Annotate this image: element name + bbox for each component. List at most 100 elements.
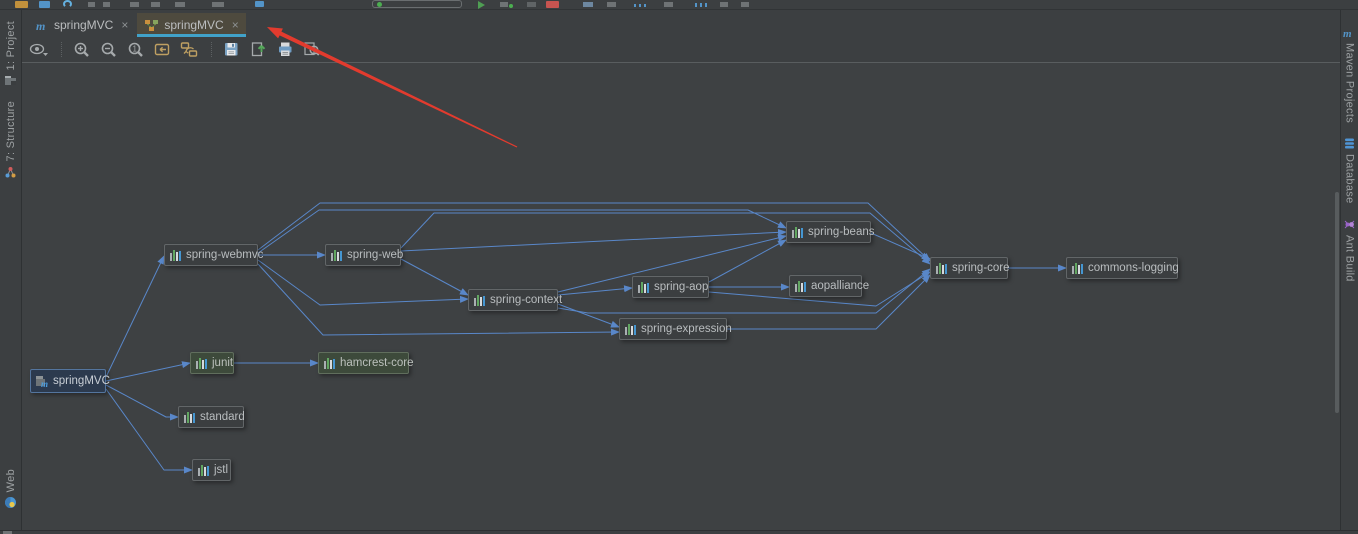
- library-icon: [323, 357, 336, 370]
- library-icon: [183, 411, 196, 424]
- library-icon: [1071, 262, 1084, 275]
- toolbar-icon-fragment[interactable]: [527, 2, 536, 7]
- editor-tab-0[interactable]: mspringMVC×: [28, 13, 135, 37]
- dependency-node-spring-core[interactable]: spring-core: [930, 257, 1008, 279]
- toolbar-icon-fragment[interactable]: [39, 1, 50, 8]
- project-icon: [4, 74, 17, 87]
- main-toolbar: [0, 0, 1358, 10]
- node-label: hamcrest-core: [340, 357, 414, 369]
- tool-stripe-button-maven-projects[interactable]: mMaven Projects: [1343, 20, 1356, 130]
- toolbar-icon-fragment[interactable]: [15, 1, 28, 8]
- node-label: commons-logging: [1088, 262, 1179, 274]
- dependency-node-spring-web[interactable]: spring-web: [325, 244, 401, 266]
- dependency-node-commons-logging[interactable]: commons-logging: [1066, 257, 1178, 279]
- tool-stripe-button-web[interactable]: Web: [4, 462, 17, 531]
- vertical-scrollbar-thumb[interactable]: [1335, 192, 1339, 413]
- export-to-image-icon[interactable]: [246, 39, 270, 60]
- tab-close-icon[interactable]: ×: [232, 18, 239, 32]
- dependency-node-spring-context[interactable]: spring-context: [468, 289, 558, 311]
- svg-text:m: m: [36, 19, 45, 32]
- dependency-node-standard[interactable]: standard: [178, 406, 244, 428]
- toolbar-icon-fragment[interactable]: [634, 4, 646, 7]
- tool-stripe-button-project[interactable]: 1: Project: [4, 14, 17, 94]
- tool-stripe-label: Web: [5, 469, 17, 492]
- diagram-canvas[interactable]: mspringMVC spring-webmvc spring-web spring-…: [22, 63, 1340, 531]
- library-icon: [169, 249, 182, 262]
- navigate-back-icon[interactable]: [88, 2, 95, 7]
- toolbar-icon-fragment[interactable]: [175, 2, 185, 7]
- dependency-node-spring-beans[interactable]: spring-beans: [786, 221, 871, 243]
- show-preview-icon[interactable]: [300, 39, 324, 60]
- save-diagram-icon[interactable]: [219, 39, 243, 60]
- actual-size-icon[interactable]: 1: [123, 39, 147, 60]
- dependencies-diagram-icon: [144, 19, 159, 32]
- maven-icon: m: [1343, 27, 1356, 39]
- editor-tab-1[interactable]: springMVC×: [137, 13, 245, 37]
- library-icon: [935, 262, 948, 275]
- dependency-node-spring-expression[interactable]: spring-expression: [619, 318, 727, 340]
- run-icon[interactable]: [478, 1, 485, 9]
- tomcat-config-icon: [377, 2, 382, 7]
- node-label: spring-core: [952, 262, 1010, 274]
- structure-icon: [4, 166, 17, 179]
- node-label: spring-expression: [641, 323, 732, 335]
- node-label: aopalliance: [811, 280, 869, 292]
- dependency-node-spring-aop[interactable]: spring-aop: [632, 276, 709, 298]
- node-label: spring-web: [347, 249, 403, 261]
- fit-content-icon[interactable]: [150, 39, 174, 60]
- node-label: spring-context: [490, 294, 562, 306]
- toolbar-separator: [206, 42, 212, 57]
- toolbar-icon-fragment[interactable]: [720, 2, 728, 7]
- library-icon: [624, 323, 637, 336]
- stop-icon[interactable]: [546, 1, 559, 8]
- tool-stripe-button-ant-build[interactable]: Ant Build: [1343, 211, 1356, 289]
- tool-stripe-button-database[interactable]: Database: [1343, 130, 1356, 211]
- dependency-node-jstl[interactable]: jstl: [192, 459, 231, 481]
- tab-close-icon[interactable]: ×: [121, 18, 128, 32]
- zoom-out-icon[interactable]: [96, 39, 120, 60]
- node-label: junit: [212, 357, 233, 369]
- node-label: standard: [200, 411, 245, 423]
- diagram-toolbar: 1: [22, 37, 1340, 63]
- library-icon: [330, 249, 343, 262]
- debug-status-dot: [509, 4, 513, 8]
- module-icon: m: [35, 375, 49, 388]
- toolbar-icon-fragment[interactable]: [63, 0, 72, 8]
- node-label: jstl: [214, 464, 228, 476]
- svg-text:m: m: [41, 379, 48, 388]
- show-edge-details-icon[interactable]: [27, 39, 51, 60]
- toolbar-icon-fragment[interactable]: [741, 2, 749, 7]
- web-icon: [4, 496, 17, 509]
- zoom-in-icon[interactable]: [69, 39, 93, 60]
- tool-stripe-label: Database: [1344, 154, 1356, 204]
- toolbar-icon-fragment[interactable]: [695, 3, 707, 7]
- toolbar-icon-fragment[interactable]: [151, 2, 160, 7]
- library-icon: [473, 294, 486, 307]
- toolbar-icon-fragment[interactable]: [583, 2, 593, 7]
- print-diagram-icon[interactable]: [273, 39, 297, 60]
- dependency-node-spring-webmvc[interactable]: spring-webmvc: [164, 244, 258, 266]
- ant-icon: [1343, 218, 1356, 231]
- tool-stripe-label: Ant Build: [1344, 235, 1356, 282]
- dependency-node-hamcrest-core[interactable]: hamcrest-core: [318, 352, 409, 374]
- tool-stripe-label: 7: Structure: [5, 101, 17, 161]
- dependency-nodes-layer: mspringMVC spring-webmvc spring-web spring-…: [22, 63, 1340, 531]
- toolbar-icon-fragment[interactable]: [255, 1, 264, 7]
- run-configuration-combo[interactable]: [372, 0, 462, 8]
- editor-tab-bar: mspringMVC×springMVC×: [22, 10, 1340, 37]
- navigate-forward-icon[interactable]: [103, 2, 110, 7]
- right-tool-stripe: mMaven Projects Database Ant Build: [1340, 10, 1358, 531]
- dependency-node-springMVC[interactable]: mspringMVC: [30, 369, 106, 393]
- debug-icon[interactable]: [500, 2, 508, 7]
- dependency-node-junit[interactable]: junit: [190, 352, 234, 374]
- dependency-node-aopalliance[interactable]: aopalliance: [789, 275, 862, 297]
- toolbar-icon-fragment[interactable]: [664, 2, 673, 7]
- svg-text:1: 1: [132, 45, 137, 54]
- toolbar-icon-fragment[interactable]: [130, 2, 139, 7]
- apply-current-layout-icon[interactable]: [177, 39, 201, 60]
- library-icon: [791, 226, 804, 239]
- toolbar-icon-fragment[interactable]: [212, 2, 224, 7]
- toolbar-icon-fragment[interactable]: [607, 2, 616, 7]
- tool-stripe-button-structure[interactable]: 7: Structure: [4, 94, 17, 185]
- svg-text:m: m: [1343, 28, 1352, 39]
